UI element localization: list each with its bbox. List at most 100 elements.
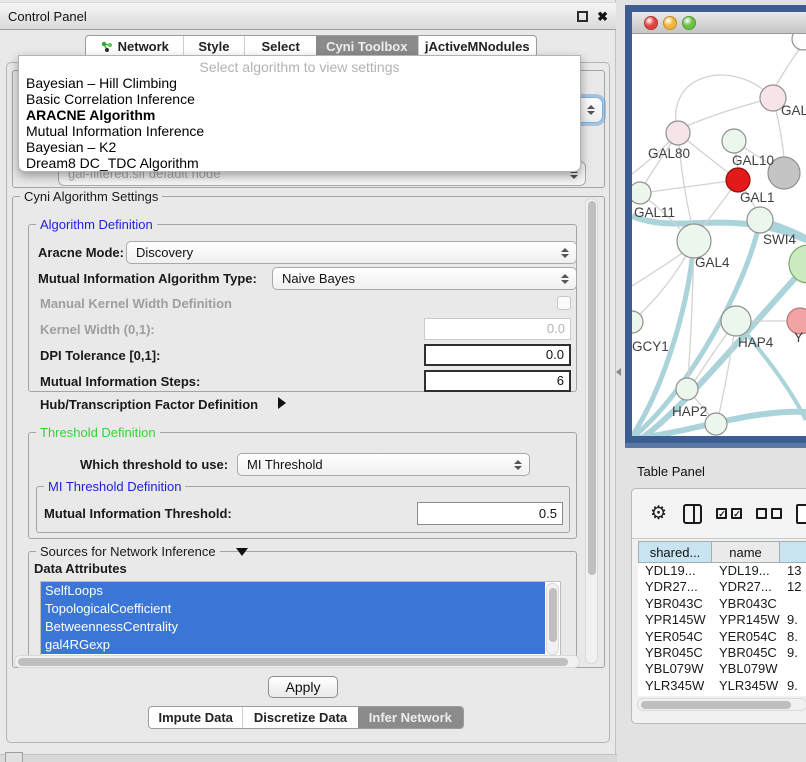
aracne-mode-label: Aracne Mode:	[38, 245, 124, 260]
expand-arrow-icon[interactable]	[278, 397, 286, 409]
dropdown-item[interactable]: Bayesian – K2	[19, 139, 580, 155]
list-item[interactable]: BetweennessCentrality	[41, 618, 545, 636]
network-node-gcy1[interactable]	[632, 311, 643, 333]
collapsed-panel-button[interactable]	[5, 752, 23, 762]
cell: 13	[780, 563, 806, 579]
gear-icon[interactable]: ⚙	[650, 502, 667, 525]
node-label: Y	[794, 330, 803, 345]
table-row[interactable]: YDL19...YDL19...13	[638, 563, 806, 579]
close-icon[interactable]: ✖	[597, 11, 608, 22]
list-item[interactable]: TopologicalCoefficient	[41, 600, 545, 618]
dropdown-item[interactable]: Basic Correlation Inference	[19, 91, 580, 107]
network-node[interactable]	[792, 34, 806, 50]
show-columns-button[interactable]: ✓ ✓	[716, 508, 742, 519]
table-row[interactable]: YIL053CYIL053C9	[638, 694, 806, 696]
mi-type-combo[interactable]: Naive Bayes	[272, 267, 577, 290]
table-row[interactable]: YBR045CYBR045C9.	[638, 645, 806, 661]
file-icon[interactable]	[796, 504, 806, 524]
cell: YBR043C	[638, 596, 712, 612]
tab-style[interactable]: Style	[183, 36, 245, 57]
network-window-titlebar[interactable]	[632, 12, 806, 34]
dpi-tolerance-field[interactable]: 0.0	[424, 344, 571, 366]
cell: YDR27...	[712, 579, 780, 595]
cell: YBL079W	[638, 661, 712, 677]
network-node-unnamed[interactable]	[789, 245, 806, 283]
table-row[interactable]: YLR345WYLR345W9.	[638, 678, 806, 694]
hide-columns-button[interactable]	[756, 508, 782, 519]
list-item[interactable]: SelfLoops	[41, 582, 545, 600]
tab-impute-data[interactable]: Impute Data	[149, 707, 242, 728]
close-traffic-light-icon[interactable]	[644, 16, 658, 30]
dropdown-item[interactable]: Dream8 DC_TDC Algorithm	[19, 155, 580, 171]
zoom-traffic-light-icon[interactable]	[682, 16, 696, 30]
dpi-tolerance-label: DPI Tolerance [0,1]:	[40, 348, 160, 363]
cell: YDR27...	[638, 579, 712, 595]
control-panel-titlebar: Control Panel ✖	[0, 2, 616, 30]
dropdown-item-selected[interactable]: ARACNE Algorithm	[19, 107, 580, 123]
table-row[interactable]: YBL079WYBL079W	[638, 661, 806, 677]
network-edge	[684, 98, 773, 127]
table-row[interactable]: YDR27...YDR27...12	[638, 579, 806, 595]
tab-discretize-data[interactable]: Discretize Data	[242, 707, 357, 728]
network-node-gal11[interactable]	[632, 182, 651, 204]
column-header-name[interactable]: name	[712, 541, 780, 563]
column-header-clipped[interactable]	[780, 541, 806, 563]
algorithm-dropdown-popup: Select algorithm to view settings Bayesi…	[18, 55, 581, 172]
minimize-traffic-light-icon[interactable]	[663, 16, 677, 30]
network-node-unnamed[interactable]	[705, 413, 727, 435]
table-row[interactable]: YBR043CYBR043C	[638, 596, 806, 612]
table-row[interactable]: YPR145WYPR145W9.	[638, 612, 806, 628]
kernel-width-field[interactable]: 0.0	[424, 318, 571, 340]
tab-cyni-toolbox[interactable]: Cyni Toolbox	[316, 36, 418, 57]
settings-horizontal-scrollbar[interactable]	[14, 655, 580, 668]
network-node-gal4[interactable]	[677, 224, 711, 258]
network-node-gal1[interactable]	[726, 168, 750, 192]
manual-kernel-checkbox[interactable]	[557, 296, 571, 310]
tab-label: jActiveMNodules	[425, 39, 530, 54]
network-node-hap2[interactable]	[676, 378, 698, 400]
network-edge	[650, 180, 738, 192]
node-label: GAL	[781, 103, 806, 118]
collapse-arrow-icon[interactable]	[236, 548, 248, 556]
panel-resize-arrow-icon[interactable]	[616, 368, 621, 376]
aracne-mode-combo[interactable]: Discovery	[126, 241, 577, 264]
tab-infer-network[interactable]: Infer Network	[358, 707, 463, 728]
network-node-gal80[interactable]	[666, 121, 690, 145]
apply-button[interactable]: Apply	[268, 676, 338, 698]
node-label: GAL4	[695, 255, 730, 270]
data-attributes-label: Data Attributes	[34, 561, 127, 576]
cell: YLR345W	[638, 678, 712, 694]
cell	[780, 596, 806, 612]
table-horizontal-scrollbar[interactable]	[637, 698, 806, 711]
tab-network[interactable]: Network	[86, 36, 183, 57]
dropdown-item[interactable]: Bayesian – Hill Climbing	[19, 75, 580, 91]
network-canvas[interactable]: GAL GAL80 GAL10 GAL1 GAL11 SWI4 GAL4 GCY…	[632, 34, 806, 436]
cell: YIL053C	[638, 694, 712, 696]
which-threshold-label: Which threshold to use:	[80, 457, 228, 472]
node-label: HAP2	[672, 404, 707, 419]
network-edge	[776, 48, 800, 86]
float-window-icon[interactable]	[577, 11, 588, 22]
manual-kernel-label: Manual Kernel Width Definition	[40, 296, 232, 311]
settings-vertical-scrollbar[interactable]	[585, 198, 598, 664]
column-header-shared-name[interactable]: shared...	[638, 541, 712, 563]
network-node-hap4[interactable]	[721, 306, 751, 336]
table-toolbar: ⚙ ✓ ✓	[632, 489, 806, 539]
split-columns-icon[interactable]	[683, 504, 702, 524]
list-item[interactable]: gal4RGexp	[41, 636, 545, 654]
mi-type-label: Mutual Information Algorithm Type:	[38, 271, 257, 286]
mi-threshold-field[interactable]: 0.5	[417, 502, 563, 525]
tab-select[interactable]: Select	[244, 36, 316, 57]
tab-label: Select	[261, 39, 299, 54]
which-threshold-combo[interactable]: MI Threshold	[237, 453, 530, 476]
node-label: GAL1	[740, 190, 775, 205]
network-node-swi4[interactable]	[747, 207, 773, 233]
mi-steps-field[interactable]: 6	[424, 370, 571, 392]
list-scrollbar[interactable]	[546, 583, 559, 655]
thick-edges[interactable]	[632, 216, 806, 436]
tab-jactivemnodules[interactable]: jActiveMNodules	[418, 36, 536, 57]
cell: 8.	[780, 629, 806, 645]
network-node-gal10[interactable]	[722, 129, 746, 153]
table-row[interactable]: YER054CYER054C8.	[638, 629, 806, 645]
dropdown-item[interactable]: Mutual Information Inference	[19, 123, 580, 139]
